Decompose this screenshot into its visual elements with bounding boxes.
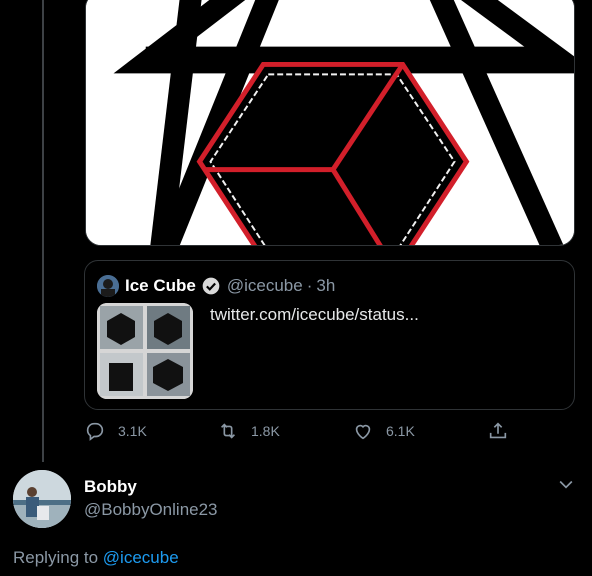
- share-icon: [489, 422, 507, 439]
- share-action[interactable]: [487, 420, 521, 442]
- tweet-media-image[interactable]: [85, 0, 575, 246]
- retweet-action[interactable]: 1.8K: [217, 420, 280, 442]
- quoted-tweet-header: Ice Cube @icecube · 3h: [97, 275, 335, 297]
- reply-user-handle[interactable]: @BobbyOnline23: [84, 500, 218, 520]
- replying-prefix: Replying to: [13, 548, 99, 567]
- quoted-tweet-time[interactable]: 3h: [316, 276, 335, 296]
- reply-user-name[interactable]: Bobby: [84, 477, 137, 497]
- thread-line: [42, 0, 44, 462]
- retweet-count: 1.8K: [251, 423, 280, 439]
- replying-to: Replying to @icecube: [13, 548, 179, 568]
- like-icon: [355, 424, 371, 440]
- retweet-icon: [220, 423, 236, 439]
- separator-dot: ·: [306, 276, 313, 295]
- chevron-down-icon[interactable]: [556, 474, 576, 494]
- reply-icon: [86, 422, 104, 441]
- reply-count: 3.1K: [118, 423, 147, 439]
- quoted-user-handle[interactable]: @icecube: [227, 276, 303, 296]
- quoted-tweet-thumbnail[interactable]: [97, 303, 193, 399]
- verified-badge-icon: [202, 277, 220, 295]
- tweet-actions: 3.1K 1.8K 6.1K: [84, 420, 514, 450]
- reply-action[interactable]: 3.1K: [84, 420, 147, 442]
- quoted-tweet-link[interactable]: twitter.com/icecube/status...: [210, 305, 419, 325]
- quoted-user-avatar[interactable]: [97, 275, 119, 297]
- like-count: 6.1K: [386, 423, 415, 439]
- quoted-tweet[interactable]: Ice Cube @icecube · 3h twitter.com/icecu…: [84, 260, 575, 410]
- like-action[interactable]: 6.1K: [352, 420, 415, 442]
- quoted-user-name[interactable]: Ice Cube: [125, 276, 196, 296]
- replying-target-link[interactable]: @icecube: [103, 548, 179, 567]
- reply-user-avatar[interactable]: [13, 470, 71, 528]
